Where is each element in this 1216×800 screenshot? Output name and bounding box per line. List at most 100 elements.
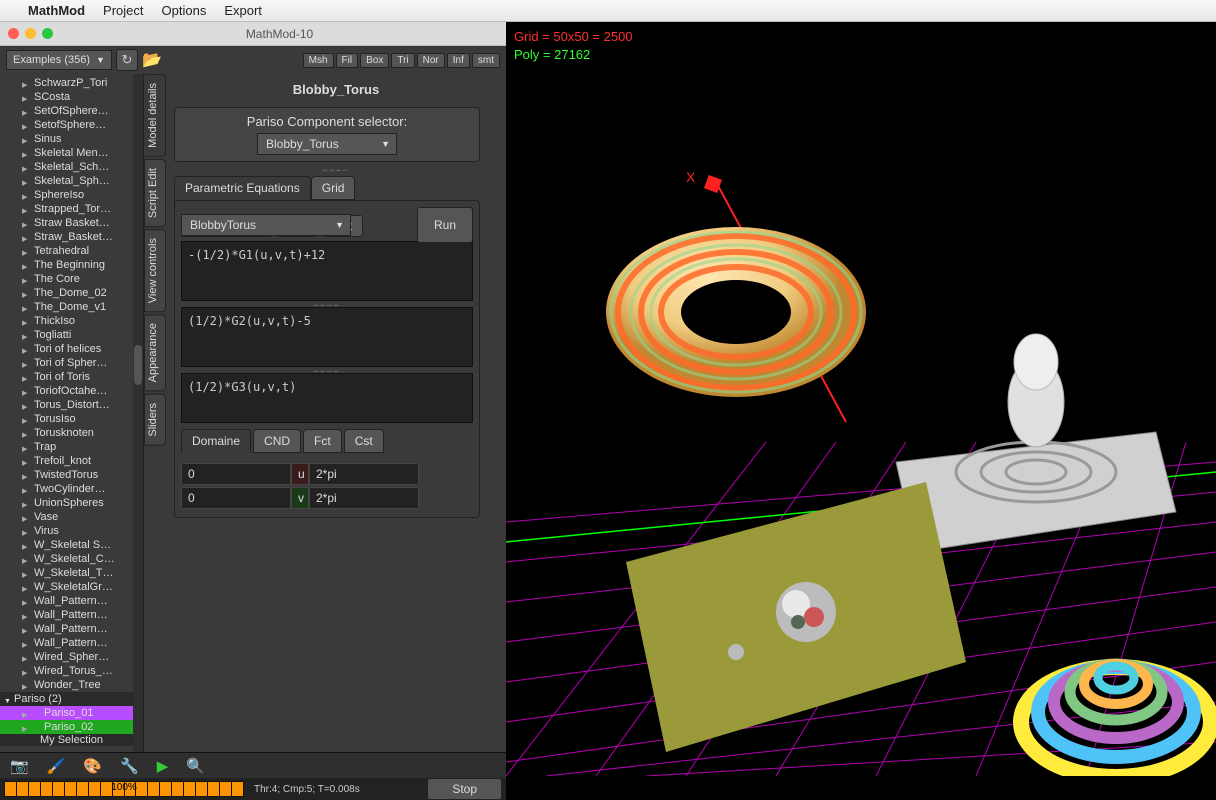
tree-item[interactable]: Wonder_Tree (0, 678, 143, 692)
tab-cnd[interactable]: CND (253, 429, 301, 453)
model-tree[interactable]: SchwarzP_ToriSCostaSetOfSphere…SetofSphe… (0, 74, 144, 752)
tree-category-pariso[interactable]: Pariso (2) (0, 692, 143, 706)
chip-box[interactable]: Box (360, 53, 389, 68)
tree-item[interactable]: Straw Basket… (0, 216, 143, 230)
tree-item[interactable]: The Core (0, 272, 143, 286)
menu-export[interactable]: Export (224, 3, 262, 18)
vtab-appearance[interactable]: Appearance (144, 314, 166, 391)
tree-item[interactable]: SetOfSphere… (0, 104, 143, 118)
chip-smt[interactable]: smt (472, 53, 500, 68)
equation-x-textarea[interactable]: -(1/2)*G1(u,v,t)+12 (181, 241, 473, 301)
tree-scrollbar[interactable] (133, 74, 143, 752)
pariso-label: Pariso Component selector: (183, 114, 471, 129)
tree-item[interactable]: UnionSpheres (0, 496, 143, 510)
panel-grip[interactable]: ┄┄┄┄ (170, 166, 502, 172)
tree-item[interactable]: Vase (0, 510, 143, 524)
menu-options[interactable]: Options (162, 3, 207, 18)
vtab-view-controls[interactable]: View controls (144, 229, 166, 312)
tree-item[interactable]: ToriofOctahe… (0, 384, 143, 398)
tree-item[interactable]: Togliatti (0, 328, 143, 342)
chip-msh[interactable]: Msh (303, 53, 334, 68)
tree-item[interactable]: Sinus (0, 132, 143, 146)
tree-item[interactable]: W_Skeletal_C… (0, 552, 143, 566)
tree-item[interactable]: Wired_Torus_… (0, 664, 143, 678)
tab-grid[interactable]: Grid (311, 176, 356, 200)
vtab-model-details[interactable]: Model details (144, 74, 166, 157)
equation-z-textarea[interactable]: (1/2)*G3(u,v,t) (181, 373, 473, 423)
chip-inf[interactable]: Inf (447, 53, 470, 68)
tree-item[interactable]: Strapped_Tor… (0, 202, 143, 216)
tree-item[interactable]: Wall_Pattern… (0, 594, 143, 608)
domain-v-min[interactable]: 0 (181, 487, 291, 509)
domain-u-min[interactable]: 0 (181, 463, 291, 485)
tree-item[interactable]: W_Skeletal_T… (0, 566, 143, 580)
chip-tri[interactable]: Tri (391, 53, 414, 68)
progress-bar-row: 100% Thr:4; Cmp:5; T=0.008s Stop (0, 778, 506, 800)
tree-item[interactable]: SCosta (0, 90, 143, 104)
stop-button[interactable]: Stop (427, 778, 502, 800)
menu-project[interactable]: Project (103, 3, 143, 18)
tree-item[interactable]: Trefoil_knot (0, 454, 143, 468)
search-icon[interactable]: 🔍 (186, 757, 205, 775)
tree-item[interactable]: Wall_Pattern… (0, 608, 143, 622)
tree-item[interactable]: ThickIso (0, 314, 143, 328)
tree-item-pariso-01[interactable]: Pariso_01 (0, 706, 143, 720)
tree-item[interactable]: The Beginning (0, 258, 143, 272)
tree-item[interactable]: SphereIso (0, 188, 143, 202)
equation-y-textarea[interactable]: (1/2)*G2(u,v,t)-5 (181, 307, 473, 367)
tree-item[interactable]: Torus_Distort… (0, 398, 143, 412)
equation-component-dropdown[interactable]: BlobbyTorus▼ (181, 214, 351, 236)
examples-dropdown[interactable]: Examples (356) ▼ (6, 50, 112, 70)
tree-item[interactable]: Skeletal Men… (0, 146, 143, 160)
folder-icon[interactable]: 📂 (142, 50, 162, 70)
tree-item[interactable]: SchwarzP_Tori (0, 76, 143, 90)
domain-v-max[interactable]: 2*pi (309, 487, 419, 509)
tree-item[interactable]: Straw_Basket… (0, 230, 143, 244)
tree-item[interactable]: Virus (0, 524, 143, 538)
tree-item[interactable]: TwoCylinder… (0, 482, 143, 496)
vtab-sliders[interactable]: Sliders (144, 394, 166, 446)
run-button[interactable]: Run (417, 207, 473, 243)
minimize-icon[interactable] (25, 28, 36, 39)
palette-icon[interactable]: 🎨 (83, 757, 102, 775)
domain-u-max[interactable]: 2*pi (309, 463, 419, 485)
tab-parametric[interactable]: Parametric Equations (174, 176, 311, 200)
tree-item[interactable]: Skeletal_Sph… (0, 174, 143, 188)
tree-item[interactable]: W_SkeletalGr… (0, 580, 143, 594)
tree-item[interactable]: W_Skeletal S… (0, 538, 143, 552)
tree-my-selection[interactable]: My Selection (0, 734, 143, 746)
tree-item[interactable]: Wired_Spher… (0, 650, 143, 664)
play-icon[interactable]: ▶ (157, 757, 169, 775)
vtab-script-edit[interactable]: Script Edit (144, 159, 166, 227)
tab-domaine[interactable]: Domaine (181, 429, 251, 453)
tree-item[interactable]: Wall_Pattern… (0, 622, 143, 636)
chip-nor[interactable]: Nor (417, 53, 445, 68)
refresh-button[interactable]: ↻ (116, 49, 138, 71)
tree-item[interactable]: Tori of helices (0, 342, 143, 356)
tree-item[interactable]: TwistedTorus (0, 468, 143, 482)
tree-item[interactable]: Wall_Pattern… (0, 636, 143, 650)
chip-fil[interactable]: Fil (336, 53, 359, 68)
viewport-window: MathMod: Math for Fun (506, 22, 1216, 800)
camera-icon[interactable]: 📷 (10, 757, 29, 775)
tree-item[interactable]: Trap (0, 440, 143, 454)
close-icon[interactable] (8, 28, 19, 39)
tab-cst[interactable]: Cst (344, 429, 384, 453)
domain-v-label: v (291, 487, 309, 509)
pariso-dropdown[interactable]: Blobby_Torus ▼ (257, 133, 397, 155)
tab-fct[interactable]: Fct (303, 429, 342, 453)
tree-item[interactable]: Skeletal_Sch… (0, 160, 143, 174)
zoom-icon[interactable] (42, 28, 53, 39)
tree-item[interactable]: The_Dome_v1 (0, 300, 143, 314)
tree-item[interactable]: Tetrahedral (0, 244, 143, 258)
brush-icon[interactable]: 🖌️ (47, 757, 66, 775)
tree-item[interactable]: TorusIso (0, 412, 143, 426)
tree-item-pariso-02[interactable]: Pariso_02 (0, 720, 143, 734)
viewport-3d[interactable]: X (506, 22, 1216, 776)
tree-item[interactable]: Tori of Toris (0, 370, 143, 384)
tree-item[interactable]: Tori of Spher… (0, 356, 143, 370)
tree-item[interactable]: The_Dome_02 (0, 286, 143, 300)
tree-item[interactable]: SetofSphere… (0, 118, 143, 132)
wrench-icon[interactable]: 🔧 (120, 757, 139, 775)
tree-item[interactable]: Torusknoten (0, 426, 143, 440)
